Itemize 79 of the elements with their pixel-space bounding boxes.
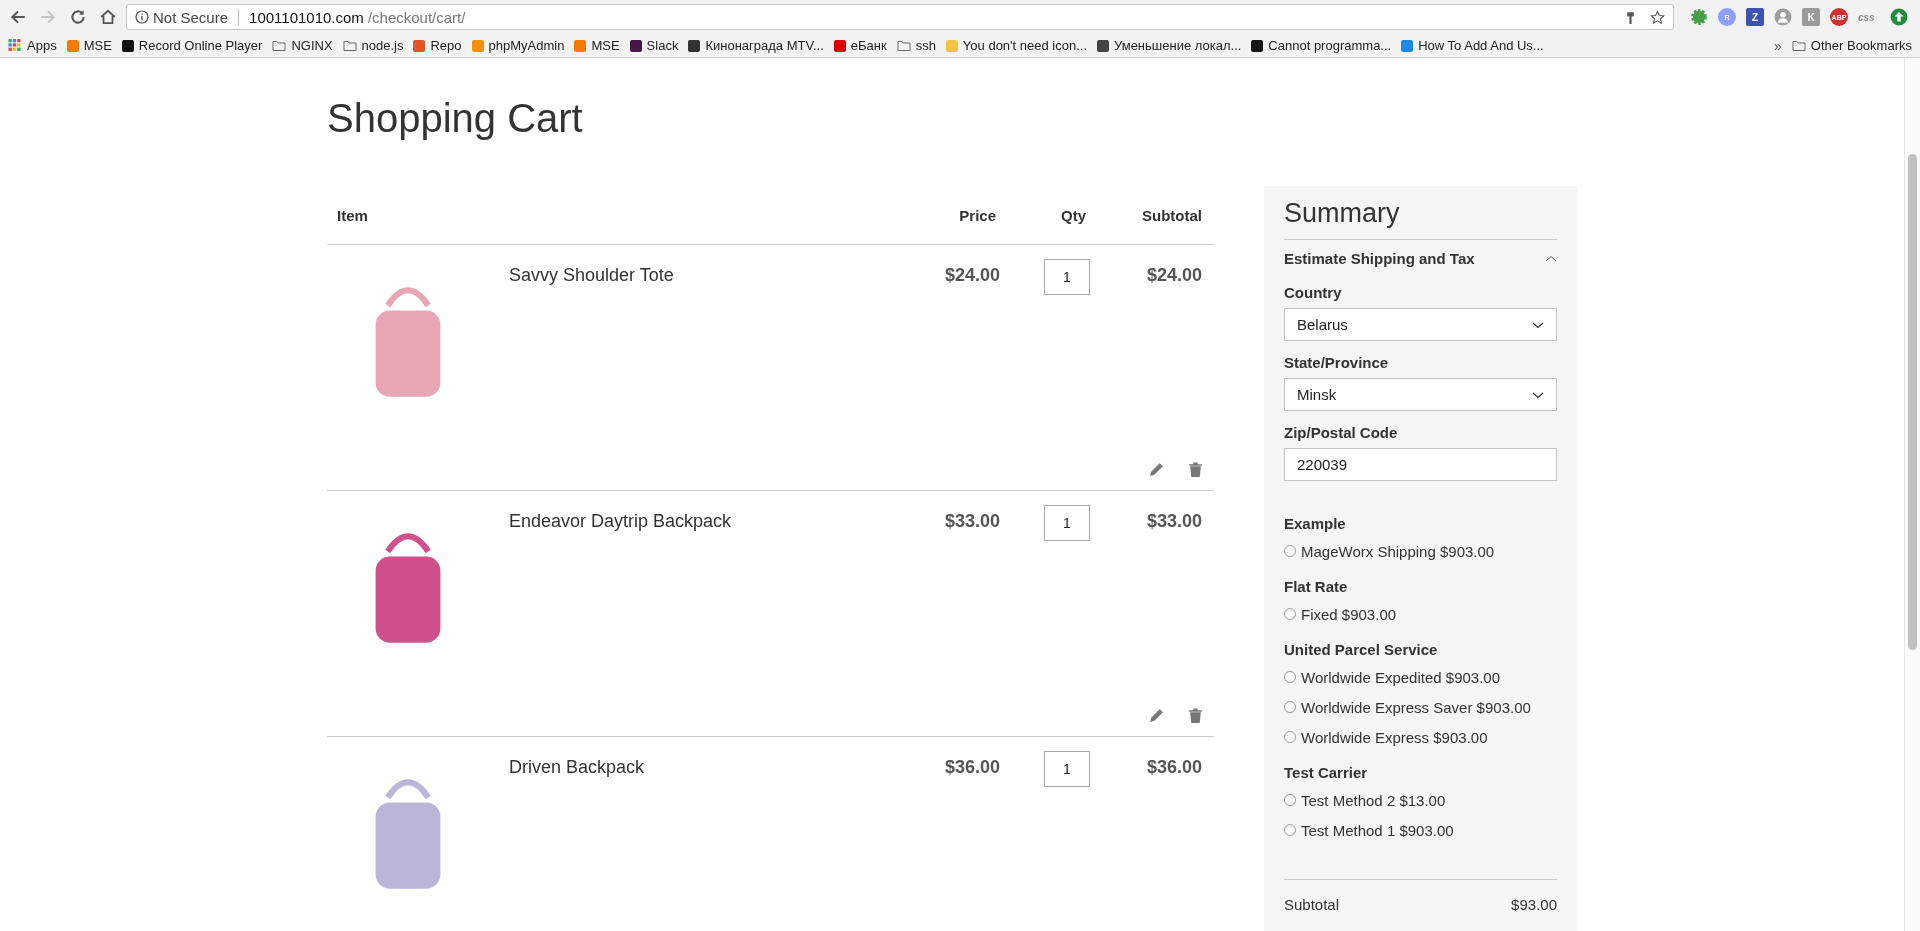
bookmark[interactable]: You don't need icon... [945,38,1088,53]
more-bookmarks-button[interactable]: » [1774,37,1782,54]
carrier-name: Example [1284,515,1347,532]
shipping-option[interactable]: Worldwide Express Saver $903.00 [1284,692,1557,722]
field-label: State/Province [1284,354,1390,371]
subtotal: $24.00 [1145,264,1203,286]
bookmark[interactable]: ssh [896,38,936,53]
bookmark[interactable]: NGINX [272,38,333,53]
quantity-field[interactable]: 1 [1044,505,1090,541]
shipping-option[interactable]: Worldwide Express $903.00 [1284,722,1557,752]
bookmark[interactable]: Кинонаграда MTV... [688,38,824,53]
total-label: Subtotal [1284,896,1340,913]
edit-pencil-icon[interactable] [1148,461,1165,478]
folder-icon [342,39,357,52]
bookmark[interactable]: Cannot programma... [1251,38,1392,53]
column-header: Subtotal [1141,206,1203,224]
trash-icon[interactable] [1187,461,1204,478]
bookmark[interactable]: node.js [342,38,404,53]
product-name[interactable]: Driven Backpack [509,757,645,919]
price: $33.00 [943,510,1000,532]
url-host: 1001101010.com [249,8,364,26]
bookmark[interactable]: Record Online Player [121,38,263,53]
chevron-down-icon [1532,390,1544,399]
bookmark[interactable]: MSE [66,38,112,53]
star-icon[interactable] [1650,9,1665,25]
apps-grid-icon [8,39,22,52]
scrollbar[interactable] [1904,58,1920,931]
subtotal: $36.00 [1145,756,1203,778]
carrier-name: United Parcel Service [1284,641,1439,658]
quantity-field[interactable]: 1 [1044,259,1090,295]
bookmark[interactable]: MSE [574,38,620,53]
security-label: Not Secure [153,8,229,26]
column-header: Qty [1060,206,1087,224]
shipping-option[interactable]: Fixed $903.00 [1284,599,1557,629]
folder-icon [272,39,287,52]
extension-icon[interactable]: Z [1746,8,1764,26]
bookmark[interactable]: Repo [413,38,462,53]
folder-icon [1791,39,1806,52]
column-header: Item [336,206,369,224]
bookmark[interactable]: Уменьшение локал... [1097,38,1242,53]
carrier-name: Test Carrier [1284,764,1369,781]
person-icon[interactable] [1774,8,1792,26]
trash-icon[interactable] [1187,707,1204,724]
folder-icon [896,39,911,52]
bookmark[interactable]: Slack [629,38,679,53]
carrier-name: Flat Rate [1284,578,1349,595]
product-name[interactable]: Savvy Shoulder Tote [509,265,674,427]
input-field[interactable]: 220039 [1284,448,1557,481]
edit-pencil-icon[interactable] [1148,707,1165,724]
shipping-option[interactable]: MageWorx Shipping $903.00 [1284,536,1557,566]
subtotal: $33.00 [1145,510,1203,532]
price: $36.00 [943,756,1000,778]
upload-icon[interactable] [1890,8,1908,26]
product-name[interactable]: Endeavor Daytrip Backpack [509,511,732,673]
field-label: Zip/Postal Code [1284,424,1399,441]
gear-icon[interactable] [1690,8,1708,26]
address-bar[interactable]: Not Secure 1001101010.com /checkout/cart/ [126,4,1674,30]
dropdown[interactable]: Belarus [1284,308,1557,341]
column-header: Price [958,206,996,224]
url-path: /checkout/cart/ [367,8,466,26]
shipping-option[interactable]: Test Method 2 $13.00 [1284,785,1557,815]
page-title: Shopping Cart [327,95,584,142]
field-label: Country [1284,284,1343,301]
total-value: $93.00 [1511,896,1557,913]
summary-title: Summary [1284,198,1557,240]
other-bookmarks-folder[interactable]: Other Bookmarks [1791,38,1912,53]
estimate-shipping-toggle[interactable]: Estimate Shipping and Tax [1284,240,1557,271]
dropdown[interactable]: Minsk [1284,378,1557,411]
bookmark[interactable]: phpMyAdmin [471,38,565,53]
quantity-field[interactable]: 1 [1044,751,1090,787]
shipping-option[interactable]: Test Method 1 $903.00 [1284,815,1557,845]
shipping-option[interactable]: Worldwide Expedited $903.00 [1284,662,1557,692]
scrollbar-thumb[interactable] [1908,154,1917,650]
bookmark[interactable]: How To Add And Us... [1401,38,1544,53]
info-icon [135,10,149,24]
bookmark[interactable]: Apps [8,38,57,53]
bookmark[interactable]: еБанк [833,38,887,53]
price: $24.00 [943,264,1000,286]
chevron-down-icon [1532,320,1544,329]
